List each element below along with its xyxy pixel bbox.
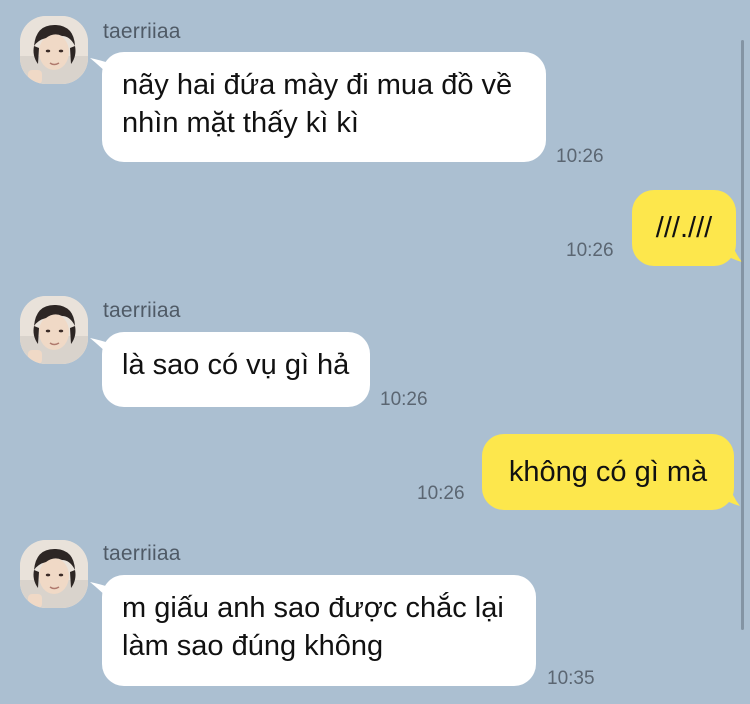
message-text: nãy hai đứa mày đi mua đồ về [122,69,513,101]
message-time: 10:26 [566,240,614,261]
message-text: không có gì mà [508,456,708,488]
message-time: 10:26 [417,483,465,504]
avatar[interactable] [20,296,88,364]
message-text: ///./// [655,212,713,244]
message-bubble-incoming[interactable]: m giấu anh sao được chắc lại làm sao đún… [102,575,536,686]
avatar-photo-icon [20,16,88,84]
message-text: làm sao đúng không [122,630,384,662]
message-time: 10:26 [556,146,604,167]
sender-name: taerriiaa [103,542,181,565]
sender-name: taerriiaa [103,299,181,322]
message-bubble-outgoing[interactable]: ///./// [632,190,736,266]
message-text: nhìn mặt thấy kì kì [122,107,359,139]
message-time: 10:26 [380,389,428,410]
message-text: m giấu anh sao được chắc lại [122,592,504,624]
avatar[interactable] [20,540,88,608]
sender-name: taerriiaa [103,20,181,43]
bubble-tail [722,238,742,262]
avatar[interactable] [20,16,88,84]
avatar-photo-icon [20,296,88,364]
message-text: là sao có vụ gì hả [122,349,350,381]
scrollbar[interactable] [741,40,744,630]
message-bubble-incoming[interactable]: là sao có vụ gì hả [102,332,370,407]
message-time: 10:35 [547,668,595,689]
message-bubble-outgoing[interactable]: không có gì mà [482,434,734,510]
avatar-photo-icon [20,540,88,608]
bubble-tail [720,482,740,506]
chat-area[interactable]: taerriiaa nãy hai đứa mày đi mua đồ về n… [0,0,750,704]
message-bubble-incoming[interactable]: nãy hai đứa mày đi mua đồ về nhìn mặt th… [102,52,546,162]
